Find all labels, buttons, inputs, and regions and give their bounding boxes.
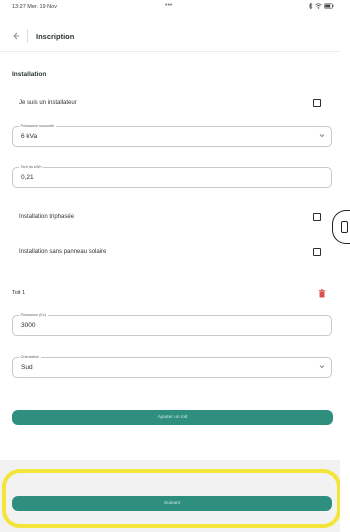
- battery-icon: [324, 3, 334, 9]
- page-title: Inscription: [36, 32, 75, 41]
- field-value: 6 kVa: [21, 133, 38, 140]
- trash-icon[interactable]: [318, 289, 326, 298]
- field-value: 3000: [21, 322, 36, 329]
- top-bar: Inscription: [0, 24, 340, 52]
- field-label: Orientation: [19, 354, 41, 360]
- field-label: Puissance souscrite: [19, 123, 56, 129]
- tarif-kwh-input[interactable]: Tarif du kWh 0,21: [12, 164, 332, 188]
- field-label: Tarif du kWh: [19, 164, 44, 170]
- bluetooth-icon: [309, 3, 313, 9]
- field-value: 0,21: [21, 174, 34, 181]
- wifi-icon: [315, 3, 322, 9]
- section-title: Installation: [12, 71, 47, 78]
- touch-indicator-icon: [332, 210, 350, 244]
- multitasking-dots[interactable]: •••: [165, 2, 172, 9]
- triphase-checkbox[interactable]: [313, 213, 321, 221]
- status-bar: 13:27 Mer. 19 Nov •••: [0, 0, 340, 14]
- installer-checkbox[interactable]: [313, 99, 321, 107]
- back-arrow-icon[interactable]: [9, 29, 23, 43]
- puissance-kc-input[interactable]: Puissance (Kc) 3000: [12, 312, 332, 336]
- no-panel-label: Installation sans panneau solaire: [19, 249, 107, 255]
- no-panel-checkbox[interactable]: [313, 248, 321, 256]
- orientation-select[interactable]: Orientation Sud: [12, 354, 332, 378]
- app-screen: 13:27 Mer. 19 Nov ••• Inscription Instal…: [0, 0, 340, 532]
- add-roof-button[interactable]: Ajouter un toit: [12, 410, 333, 425]
- field-value: Sud: [21, 364, 33, 371]
- status-time: 13:27 Mer. 19 Nov: [12, 4, 57, 10]
- highlight-outline: [2, 469, 340, 528]
- status-icons: [309, 3, 334, 9]
- chevron-down-icon: [319, 364, 325, 371]
- chevron-down-icon: [319, 133, 325, 140]
- roof-title: Toit 1: [12, 290, 26, 296]
- header-divider: [27, 29, 28, 43]
- puissance-souscrite-select[interactable]: Puissance souscrite 6 kVa: [12, 123, 332, 147]
- installer-label: Je suis un installateur: [19, 100, 77, 106]
- field-label: Puissance (Kc): [19, 312, 48, 318]
- triphase-label: Installation triphasée: [19, 214, 75, 220]
